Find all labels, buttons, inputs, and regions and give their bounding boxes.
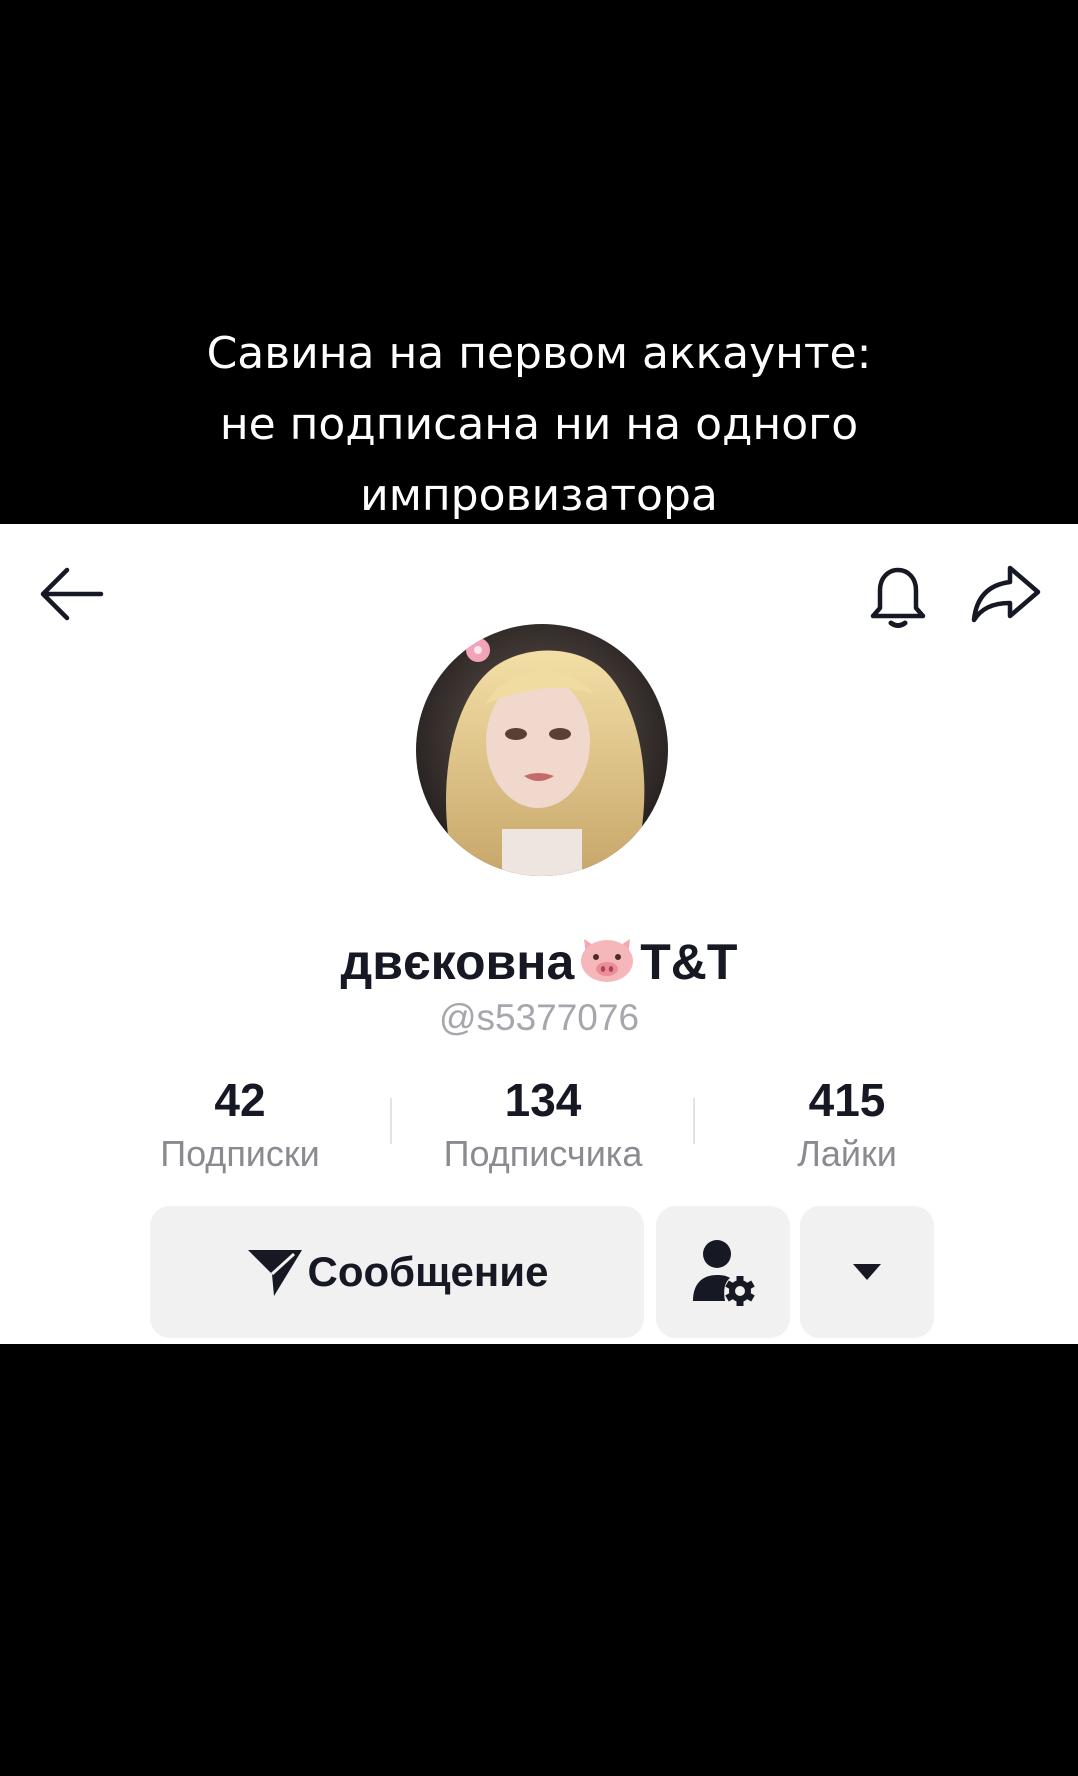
video-caption: Савина на первом аккаунте: не подписана … — [0, 318, 1078, 531]
share-arrow-icon — [971, 565, 1041, 623]
avatar[interactable] — [416, 624, 668, 876]
username: @s5377076 — [438, 997, 640, 1038]
bell-icon — [870, 567, 926, 628]
profile-screenshot: двєковна T&T @s5377076 42 Подписки 134 П… — [0, 524, 1078, 1344]
display-name-suffix: T&T — [640, 934, 738, 990]
following-count: 42 — [214, 1074, 266, 1126]
top-letterbox: Савина на первом аккаунте: не подписана … — [0, 0, 1078, 524]
caption-line-1: Савина на первом аккаунте: — [206, 328, 872, 379]
person-gear-icon — [693, 1240, 755, 1306]
message-button[interactable]: Сообщение — [150, 1206, 644, 1338]
followers-label: Подписчика — [443, 1133, 643, 1174]
likes-label: Лайки — [797, 1133, 897, 1174]
suggested-friends-button[interactable] — [656, 1206, 790, 1338]
more-options-button[interactable] — [800, 1206, 934, 1338]
notification-bell-button[interactable] — [858, 556, 938, 636]
arrow-left-icon — [40, 567, 104, 621]
likes-stat[interactable]: 415 Лайки — [707, 1072, 987, 1178]
caret-down-icon — [853, 1264, 881, 1280]
caption-line-3: импровизатора — [360, 470, 718, 521]
display-name-text: двєковна — [340, 934, 575, 990]
followers-stat[interactable]: 134 Подписчика — [403, 1072, 683, 1178]
likes-count: 415 — [808, 1074, 886, 1126]
back-button[interactable] — [32, 554, 112, 634]
message-label: Сообщение — [307, 1248, 549, 1295]
stat-divider — [693, 1098, 695, 1144]
caption-line-2: не подписана ни на одного — [219, 399, 859, 450]
following-label: Подписки — [160, 1133, 320, 1174]
stat-divider — [390, 1098, 392, 1144]
display-name: двєковна T&T — [0, 932, 1078, 998]
following-stat[interactable]: 42 Подписки — [100, 1072, 380, 1178]
bottom-letterbox — [0, 1344, 1078, 1776]
paper-plane-icon — [247, 1250, 302, 1296]
share-button[interactable] — [966, 554, 1046, 634]
avatar-photo — [416, 624, 668, 876]
followers-count: 134 — [504, 1074, 582, 1126]
pig-face-emoji — [576, 933, 638, 998]
